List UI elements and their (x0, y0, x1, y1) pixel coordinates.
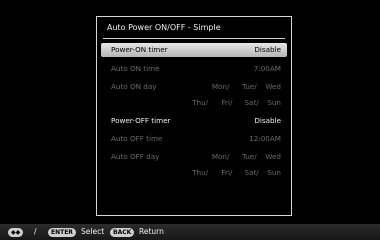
day-mon: Mon/ (211, 152, 230, 161)
nav-key-hint: ◆◆ (8, 224, 24, 240)
day-thu: Thu/ (192, 98, 209, 107)
day-thu: Thu/ (192, 168, 209, 177)
day-mon: Mon/ (211, 82, 230, 91)
auto-off-day-row-2: Thu/ Fri/ Sat/ Sun (101, 166, 287, 180)
button-guide-bar: ◆◆ / ENTER Select BACK Return (0, 224, 380, 240)
day-sat: Sat/ (244, 168, 259, 177)
auto-power-dialog: Auto Power ON/OFF - Simple Power-ON time… (96, 16, 292, 216)
day-sun: Sun (267, 98, 281, 107)
separator: / (34, 227, 37, 236)
day-fri: Fri/ (221, 168, 233, 177)
auto-off-days-line1: Mon/ Tue/ Wed (204, 150, 281, 164)
screen: Auto Power ON/OFF - Simple Power-ON time… (0, 0, 380, 240)
power-on-timer-label: Power-ON timer (111, 45, 168, 54)
auto-off-days-line2: Thu/ Fri/ Sat/ Sun (186, 166, 281, 180)
select-label: Select (81, 227, 105, 236)
power-off-timer-label: Power-OFF timer (111, 116, 171, 125)
enter-key-hint: ENTER (48, 224, 76, 240)
day-tue: Tue/ (242, 82, 257, 91)
auto-on-days-line2: Thu/ Fri/ Sat/ Sun (186, 96, 281, 110)
day-wed: Wed (265, 152, 281, 161)
day-wed: Wed (265, 82, 281, 91)
title-divider (103, 38, 285, 39)
power-on-timer-row[interactable]: Power-ON timer Disable (101, 43, 287, 57)
back-key-hint: BACK (110, 224, 135, 240)
day-sat: Sat/ (244, 98, 259, 107)
auto-off-time-label: Auto OFF time (111, 134, 163, 143)
day-sun: Sun (267, 168, 281, 177)
dialog-title: Auto Power ON/OFF - Simple (107, 23, 221, 32)
power-on-timer-value: Disable (254, 45, 281, 54)
day-tue: Tue/ (242, 152, 257, 161)
enter-key-icon: ENTER (48, 227, 76, 237)
back-key-icon: BACK (110, 227, 135, 237)
auto-off-day-label: Auto OFF day (111, 152, 160, 161)
auto-on-time-label: Auto ON time (111, 64, 160, 73)
power-off-timer-row[interactable]: Power-OFF timer Disable (101, 114, 287, 128)
auto-on-day-row-2: Thu/ Fri/ Sat/ Sun (101, 96, 287, 110)
direction-keys-icon: ◆◆ (8, 227, 24, 237)
auto-on-time-row: Auto ON time 7:00AM (101, 62, 287, 76)
auto-off-time-value: 12:00AM (249, 134, 281, 143)
auto-off-day-row: Auto OFF day Mon/ Tue/ Wed (101, 150, 287, 164)
auto-off-time-row: Auto OFF time 12:00AM (101, 132, 287, 146)
auto-on-day-label: Auto ON day (111, 82, 157, 91)
auto-on-day-row: Auto ON day Mon/ Tue/ Wed (101, 80, 287, 94)
auto-on-days-line1: Mon/ Tue/ Wed (204, 80, 281, 94)
auto-on-time-value: 7:00AM (253, 64, 281, 73)
power-off-timer-value: Disable (254, 116, 281, 125)
day-fri: Fri/ (221, 98, 233, 107)
return-label: Return (139, 227, 164, 236)
